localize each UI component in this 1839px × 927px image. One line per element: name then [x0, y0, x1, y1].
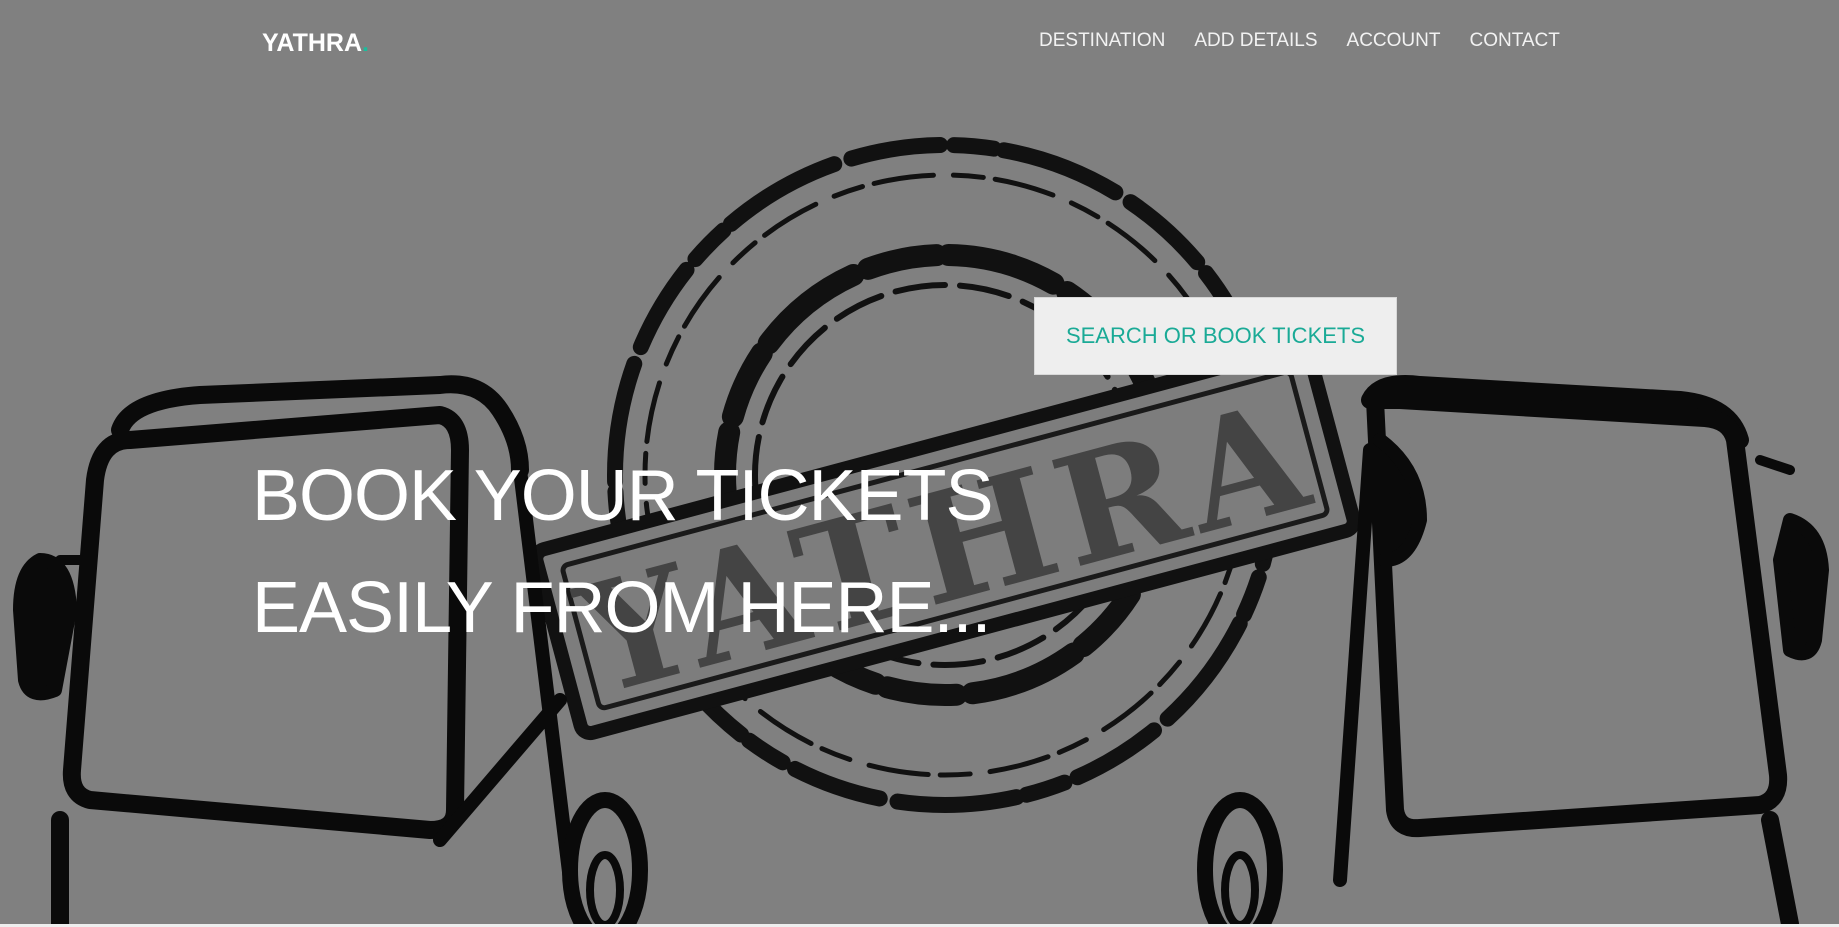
- hero-section: YATHRA YATHRA. DESTINATION ADD DETAILS A…: [0, 0, 1839, 924]
- nav-item-account[interactable]: ACCOUNT: [1347, 28, 1441, 54]
- brand-logo[interactable]: YATHRA.: [262, 26, 369, 60]
- hero-headline-line-1: BOOK YOUR TICKETS: [252, 456, 994, 536]
- hero-headline-line-2: EASILY FROM HERE...: [252, 568, 992, 648]
- nav-item-contact[interactable]: CONTACT: [1469, 28, 1559, 54]
- brand-dot: .: [362, 29, 369, 57]
- main-nav: DESTINATION ADD DETAILS ACCOUNT CONTACT: [1039, 28, 1560, 54]
- nav-item-destination[interactable]: DESTINATION: [1039, 28, 1165, 54]
- nav-item-add-details[interactable]: ADD DETAILS: [1194, 28, 1317, 54]
- search-or-book-tickets-button[interactable]: SEARCH OR BOOK TICKETS: [1034, 297, 1397, 375]
- hero-headline: BOOK YOUR TICKETS EASILY FROM HERE...: [252, 440, 994, 664]
- brand-name: YATHRA: [262, 29, 363, 57]
